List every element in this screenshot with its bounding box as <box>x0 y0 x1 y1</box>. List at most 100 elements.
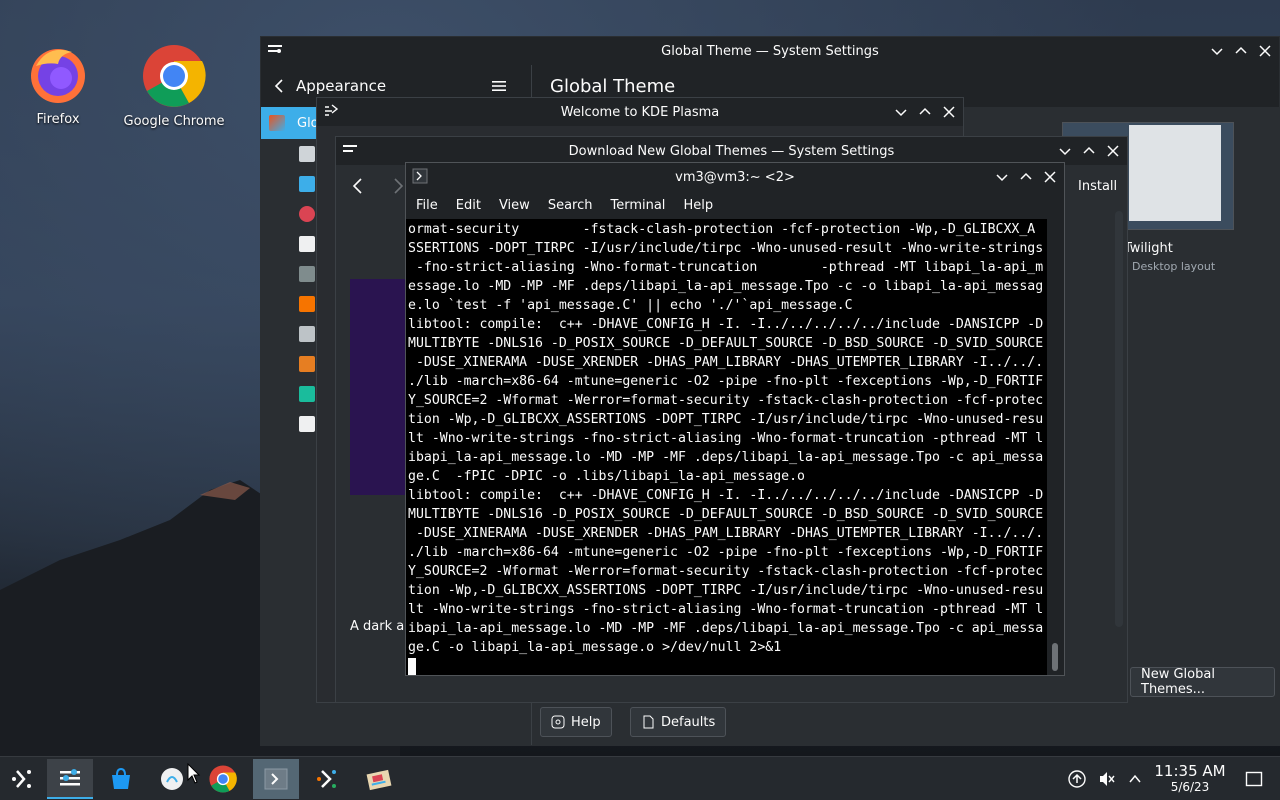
text-cursor <box>408 657 416 675</box>
back-arrow-icon[interactable] <box>271 78 287 94</box>
back-label[interactable]: Appearance <box>296 77 386 95</box>
scrollbar-thumb[interactable] <box>1052 643 1058 671</box>
menu-bar: File Edit View Search Terminal Help <box>406 191 1064 219</box>
mouse-pointer-icon <box>187 763 201 784</box>
page-title: Global Theme <box>550 75 676 97</box>
chevron-up-icon <box>1129 774 1141 783</box>
titlebar[interactable]: Global Theme — System Settings <box>261 37 1279 65</box>
plasma-style-icon <box>299 176 315 192</box>
theme-subtitle: Desktop layout <box>1132 260 1216 273</box>
chevron-down-icon <box>996 174 1008 182</box>
document-icon <box>643 715 654 729</box>
close-icon <box>1107 145 1119 157</box>
thumbnail-preview <box>1129 125 1221 221</box>
menu-help[interactable]: Help <box>683 198 713 213</box>
maximize-button[interactable] <box>1018 169 1034 185</box>
colors-icon <box>299 206 315 222</box>
menu-terminal[interactable]: Terminal <box>610 198 665 213</box>
close-button[interactable] <box>941 104 957 120</box>
get-new-global-themes-button[interactable]: New Global Themes... <box>1130 667 1275 697</box>
app-launcher-icon <box>12 770 31 788</box>
desktop-icon-firefox[interactable]: Firefox <box>3 44 113 127</box>
boot-splash-icon <box>299 416 315 432</box>
tray-expander-button[interactable] <box>1125 769 1145 789</box>
terminal-line: Y_SOURCE=2 -Wformat -Werror=format-secur… <box>408 393 1044 408</box>
update-arrow-icon <box>1068 770 1086 788</box>
volume-tray-button[interactable] <box>1097 769 1117 789</box>
minimize-button[interactable] <box>1209 43 1225 59</box>
kde-welcome-icon <box>161 768 183 790</box>
terminal-scrollbar[interactable] <box>1047 219 1064 675</box>
maximize-button[interactable] <box>1233 43 1249 59</box>
updates-tray-button[interactable] <box>1067 769 1087 789</box>
window-menu-icon[interactable] <box>342 142 358 158</box>
taskbar-system-settings[interactable] <box>47 759 93 799</box>
desktop-icon-label: Google Chrome <box>123 114 225 129</box>
minimize-button[interactable] <box>893 104 909 120</box>
terminal-line: ormat-security -fstack-clash-protection … <box>408 222 1036 237</box>
titlebar[interactable]: Download New Global Themes — System Sett… <box>336 137 1127 165</box>
close-button[interactable] <box>1105 143 1121 159</box>
menu-file[interactable]: File <box>416 198 438 213</box>
maximize-button[interactable] <box>917 104 933 120</box>
clock-date: 5/6/23 <box>1170 780 1210 794</box>
titlebar[interactable]: vm3@vm3:~ <2> <box>406 163 1064 191</box>
terminal-line: essage.lo -MD -MP -MF .deps/libapi_la-ap… <box>408 279 1044 294</box>
fonts-icon <box>299 266 315 282</box>
window-decorations-icon <box>299 236 315 252</box>
menu-view[interactable]: View <box>499 198 530 213</box>
konsole-icon[interactable] <box>412 168 428 184</box>
close-button[interactable] <box>1042 169 1058 185</box>
chevron-down-icon <box>1059 148 1071 156</box>
scrollbar[interactable] <box>1115 211 1123 627</box>
icons-icon <box>299 296 315 312</box>
titlebar[interactable]: Welcome to KDE Plasma <box>317 98 963 126</box>
window-menu-icon[interactable] <box>267 42 283 58</box>
maximize-button[interactable] <box>1081 143 1097 159</box>
clock-time: 11:35 AM <box>1154 762 1226 780</box>
chevron-up-icon <box>1020 172 1032 180</box>
desktop-icon-chrome[interactable]: Google Chrome <box>119 44 229 129</box>
taskbar-system-settings-2[interactable] <box>304 759 350 799</box>
minimize-button[interactable] <box>1057 143 1073 159</box>
terminal-line: -fno-strict-aliasing -Wno-format-truncat… <box>408 260 1044 275</box>
taskbar-chrome[interactable] <box>200 759 246 799</box>
digital-clock[interactable]: 11:35 AM 5/6/23 <box>1150 762 1230 794</box>
terminal-output[interactable]: ormat-security -fstack-clash-protection … <box>406 219 1049 675</box>
close-icon <box>943 106 955 118</box>
terminal-line: -DUSE_XINERAMA -DUSE_XRENDER -DHAS_PAM_L… <box>408 355 1044 370</box>
theme-description: A dark an <box>350 619 413 634</box>
window-menu-icon[interactable] <box>323 103 339 119</box>
install-button[interactable]: Install <box>1078 179 1117 194</box>
taskbar-ark[interactable] <box>356 759 402 799</box>
menu-search[interactable]: Search <box>548 198 593 213</box>
terminal-line: tion -Wp,-D_GLIBCXX_ASSERTIONS -DOPT_TIR… <box>408 412 1044 427</box>
window-title: vm3@vm3:~ <2> <box>675 169 795 185</box>
help-button[interactable]: Help <box>540 707 612 737</box>
terminal-line: MULTIBYTE -DNLS16 -D_POSIX_SOURCE -D_DEF… <box>408 336 1044 351</box>
taskbar-discover[interactable] <box>98 759 144 799</box>
chevron-up-icon <box>1235 46 1247 54</box>
window-title: Download New Global Themes — System Sett… <box>568 143 895 159</box>
terminal-line: tion -Wp,-D_GLIBCXX_ASSERTIONS -DOPT_TIR… <box>408 583 1044 598</box>
menu-edit[interactable]: Edit <box>456 198 481 213</box>
back-arrow-icon[interactable] <box>350 177 366 195</box>
ark-archive-icon <box>366 769 392 791</box>
terminal-line: ./lib -march=x86-64 -mtune=generic -O2 -… <box>408 374 1044 389</box>
window-title: Welcome to KDE Plasma <box>560 104 720 120</box>
hamburger-menu-icon[interactable] <box>491 78 507 94</box>
terminal-line: -DUSE_XINERAMA -DUSE_XRENDER -DHAS_PAM_L… <box>408 526 1044 541</box>
show-desktop-icon <box>1245 771 1263 787</box>
minimize-button[interactable] <box>994 169 1010 185</box>
close-icon <box>1259 45 1271 57</box>
terminal-line: ./lib -march=x86-64 -mtune=generic -O2 -… <box>408 545 1044 560</box>
forward-arrow-icon[interactable] <box>390 177 406 195</box>
show-desktop-button[interactable] <box>1244 769 1264 789</box>
taskbar-konsole[interactable] <box>253 759 299 799</box>
app-launcher-button[interactable] <box>0 759 46 799</box>
defaults-button[interactable]: Defaults <box>630 707 727 737</box>
terminal-line: ibapi_la-api_message.lo -MD -MP -MF .dep… <box>408 450 1044 465</box>
close-button[interactable] <box>1257 43 1273 59</box>
terminal-line: Y_SOURCE=2 -Wformat -Werror=format-secur… <box>408 564 1044 579</box>
theme-preview-thumbnail[interactable] <box>350 279 406 495</box>
